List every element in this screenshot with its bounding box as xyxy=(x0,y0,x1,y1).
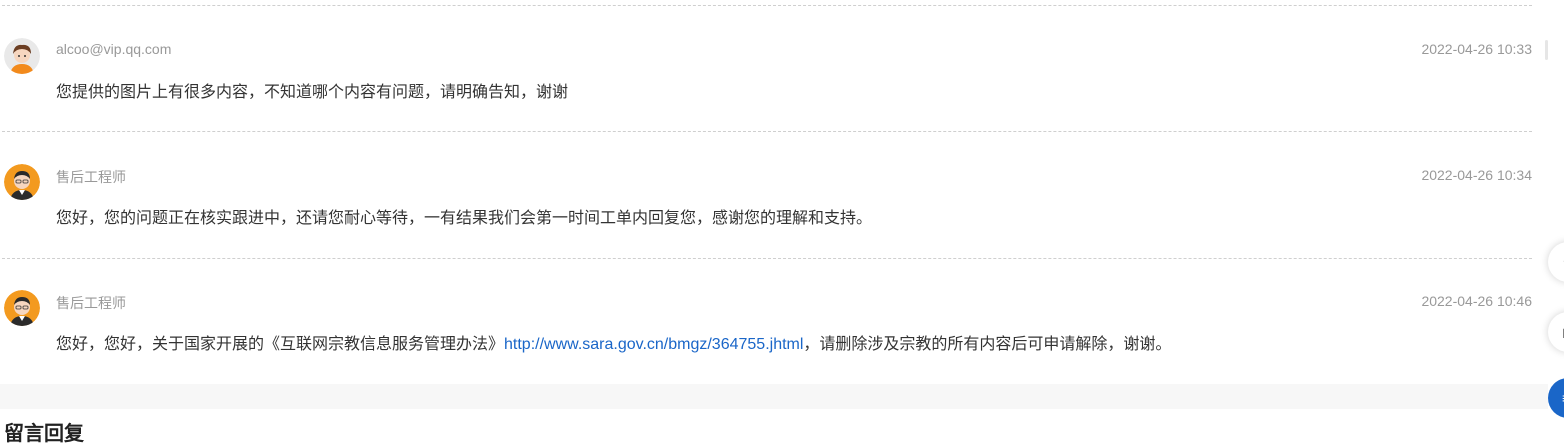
reply-section-title: 留言回复 xyxy=(4,423,84,445)
message-timestamp: 2022-04-26 10:46 xyxy=(1421,293,1532,309)
regulation-link[interactable]: http://www.sara.gov.cn/bmgz/364755.jhtml xyxy=(504,336,803,353)
message-content: 您提供的图片上有很多内容，不知道哪个内容有问题，请明确告知，谢谢 xyxy=(56,84,569,101)
message-timestamp: 2022-04-26 10:34 xyxy=(1421,167,1532,183)
message-timestamp: 2022-04-26 10:33 xyxy=(1421,41,1532,57)
message-item: 售后工程师 2022-04-26 10:46 您好，您好，关于国家开展的《互联网… xyxy=(0,290,1532,370)
message-text-before: 您好，您好，关于国家开展的《互联网宗教信息服务管理办法》 xyxy=(56,336,505,353)
menu-button[interactable]: ≡ xyxy=(1548,378,1564,418)
user-avatar xyxy=(4,38,40,74)
message-author: alcoo@vip.qq.com xyxy=(56,41,172,57)
divider xyxy=(2,5,1532,6)
divider xyxy=(2,131,1532,132)
scrollbar-thumb[interactable] xyxy=(1545,40,1548,60)
message-item: alcoo@vip.qq.com 2022-04-26 10:33 您提供的图片… xyxy=(0,38,1532,118)
message-content: 您好，您的问题正在核实跟进中，还请您耐心等待，一有结果我们会第一时间工单内回复您… xyxy=(56,210,873,227)
section-separator xyxy=(0,384,1548,409)
message-author: 售后工程师 xyxy=(56,169,126,185)
back-to-top-button[interactable]: ↑ xyxy=(1548,242,1564,282)
message-text-after: ，请删除涉及宗教的所有内容后可申请解除，谢谢。 xyxy=(803,336,1172,353)
message-item: 售后工程师 2022-04-26 10:34 您好，您的问题正在核实跟进中，还请… xyxy=(0,164,1532,244)
engineer-avatar xyxy=(4,290,40,326)
divider xyxy=(2,258,1532,259)
message-author: 售后工程师 xyxy=(56,295,126,311)
engineer-avatar xyxy=(4,164,40,200)
copy-button[interactable]: ◻ xyxy=(1548,312,1564,352)
message-content: 您好，您好，关于国家开展的《互联网宗教信息服务管理办法》http://www.s… xyxy=(56,330,1171,354)
